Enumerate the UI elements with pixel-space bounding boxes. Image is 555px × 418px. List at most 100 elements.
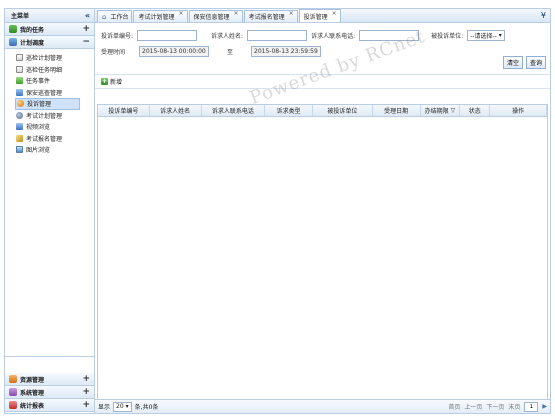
expand-icon[interactable]: +: [82, 24, 90, 34]
tab[interactable]: 投诉管理 ×: [298, 9, 341, 22]
complaint-no-label: 投诉单编号:: [101, 32, 134, 40]
accordion-label: 计划调度: [20, 39, 45, 47]
phone-input[interactable]: [359, 29, 420, 41]
sidebar-item-label: 巡检任务明细: [26, 66, 63, 74]
grid-column-header[interactable]: 诉求类型: [265, 105, 314, 116]
grid-column-header[interactable]: 办结期限 ▽: [421, 105, 461, 116]
menu-item-icon: [16, 123, 23, 131]
expand-icon[interactable]: +: [82, 387, 90, 397]
pager-summary: 条,共0条: [134, 404, 159, 411]
sidebar-item[interactable]: 考试报名管理: [15, 133, 94, 145]
search-buttons: 清空 查询: [502, 56, 546, 69]
column-label: 受理日期: [384, 108, 409, 115]
menu-item-icon: [16, 77, 23, 85]
menu-item-icon: [16, 65, 23, 73]
sidebar-item[interactable]: 视频浏览: [15, 121, 94, 133]
plan-menu: 巡检计划管理 巡检任务明细 任务事件保安巡查管理 投诉管理 考试计划管理视频浏览 考试报名…: [5, 49, 94, 357]
name-input[interactable]: [247, 29, 308, 41]
column-label: 办结期限: [424, 108, 449, 115]
grid-column-header[interactable]: 被投诉单位: [313, 105, 373, 116]
close-icon[interactable]: ×: [332, 10, 337, 17]
grid-column-header[interactable]: 受理日期: [373, 105, 421, 116]
tab-home[interactable]: ⌂ 工作台: [97, 10, 133, 22]
complaint-no-input[interactable]: [137, 29, 198, 41]
tab[interactable]: 考试计划管理 ×: [133, 10, 188, 22]
complaint-grid: 投诉单编号 诉求人姓名 诉求人联系电话 诉求类型 被投诉单位 受理日期 办结期限 ▽ 状态 操作: [97, 104, 548, 404]
sort-icon[interactable]: ▽: [451, 107, 456, 114]
first-page-link[interactable]: 首页: [448, 402, 460, 411]
grid-column-header[interactable]: 诉求人联系电话: [202, 105, 266, 116]
grid-column-header[interactable]: 诉求人姓名: [150, 105, 202, 116]
sidebar-item-label: 巡检计划管理: [26, 55, 63, 63]
grid-column-header[interactable]: 状态: [460, 105, 491, 116]
menu-item-icon: [16, 134, 23, 142]
sidebar-item[interactable]: 巡检任务明细: [15, 64, 94, 76]
tab[interactable]: 考试报名管理 ×: [243, 10, 298, 22]
accordion-label: 系统管理: [20, 389, 45, 397]
expand-icon[interactable]: +: [82, 374, 90, 384]
grid-column-header[interactable]: 操作: [490, 105, 547, 116]
sidebar-item[interactable]: 巡检计划管理: [15, 52, 94, 64]
tab-label: 保安信息管理: [193, 14, 230, 21]
grid-column-header[interactable]: 投诉单编号: [98, 105, 150, 116]
close-icon[interactable]: ×: [234, 10, 239, 17]
sidebar-item-label: 图片浏览: [26, 147, 51, 155]
sidebar-item[interactable]: 投诉管理: [15, 98, 80, 110]
column-label: 诉求人联系电话: [211, 108, 254, 115]
add-label: 新增: [110, 79, 123, 86]
column-label: 投诉单编号: [108, 108, 139, 115]
tab-label: 工作台: [110, 14, 129, 21]
grid-header: 投诉单编号 诉求人姓名 诉求人联系电话 诉求类型 被投诉单位 受理日期 办结期限 ▽ 状态 操作: [98, 105, 547, 117]
sidebar-item-label: 保安巡查管理: [26, 89, 63, 97]
close-icon[interactable]: ×: [178, 10, 183, 17]
pager-nav: 首页 上一页 下一页 末页 ▶: [448, 401, 547, 412]
clear-button[interactable]: 清空: [502, 56, 523, 69]
name-label: 诉求人姓名:: [211, 32, 244, 40]
collapse-sidebar-icon[interactable]: «: [85, 11, 90, 20]
time-to-input[interactable]: [251, 45, 322, 57]
sidebar-item[interactable]: 图片浏览: [15, 144, 94, 156]
tab-menu-icon[interactable]: ¥: [541, 11, 546, 20]
expand-icon[interactable]: +: [82, 400, 90, 410]
resource-icon: [9, 375, 17, 383]
next-page-link[interactable]: 下一页: [486, 402, 504, 411]
sidebar-item[interactable]: 保安巡查管理: [15, 87, 94, 99]
sidebar-item-label: 任务事件: [26, 78, 51, 86]
prev-page-link[interactable]: 上一页: [464, 402, 482, 411]
app-frame: 主菜单 « 我的任务 + 计划调度 − 巡检计划管理 巡检任务明细 任务事件保安巡查…: [4, 8, 551, 414]
time-from-input[interactable]: [139, 45, 210, 57]
tab[interactable]: 保安信息管理 ×: [188, 10, 243, 22]
unit-select[interactable]: --请选择-- ▾: [467, 29, 505, 41]
accordion-reports[interactable]: 统计报表 +: [5, 399, 94, 412]
accordion-my-tasks[interactable]: 我的任务 +: [5, 23, 94, 36]
unit-label: 被投诉单位:: [431, 32, 464, 40]
last-page-link[interactable]: 末页: [508, 402, 520, 411]
go-page-icon[interactable]: ▶: [542, 403, 547, 410]
column-label: 操作: [512, 108, 525, 115]
accordion-resource[interactable]: 资源管理 +: [5, 373, 94, 386]
grid-toolbar: + 新增: [95, 75, 550, 89]
collapse-icon[interactable]: −: [82, 37, 90, 47]
accordion-label: 统计报表: [20, 402, 45, 410]
tab-label: 投诉管理: [303, 13, 328, 21]
add-button[interactable]: + 新增: [101, 77, 122, 86]
sidebar-item-label: 投诉管理: [27, 101, 52, 109]
accordion-system[interactable]: 系统管理 +: [5, 386, 94, 399]
search-row-2: 受理时间 至: [101, 44, 544, 58]
query-button[interactable]: 查询: [525, 56, 546, 69]
pager: 显示 20 ▾ 条,共0条 首页 上一页 下一页 末页 ▶: [95, 399, 550, 413]
sidebar-item[interactable]: 任务事件: [15, 75, 94, 87]
accordion-label: 我的任务: [20, 26, 45, 34]
close-icon[interactable]: ×: [289, 10, 294, 17]
search-row-1: 投诉单编号: 诉求人姓名: 诉求人联系电话: 被投诉单位: --请选择-- ▾: [101, 28, 544, 42]
sidebar-item[interactable]: 考试计划管理: [15, 110, 94, 122]
sidebar-item-label: 视频浏览: [26, 124, 51, 132]
page-number-input[interactable]: [524, 401, 539, 412]
accordion-plan-dispatch[interactable]: 计划调度 −: [5, 36, 94, 49]
sidebar-header: 主菜单 «: [5, 9, 94, 23]
page-size-select[interactable]: 20 ▾: [113, 401, 132, 412]
unit-select-value: --请选择--: [470, 32, 497, 40]
sidebar-title: 主菜单: [11, 13, 30, 20]
report-icon: [9, 401, 17, 409]
sidebar: 主菜单 « 我的任务 + 计划调度 − 巡检计划管理 巡检任务明细 任务事件保安巡查…: [5, 9, 95, 413]
